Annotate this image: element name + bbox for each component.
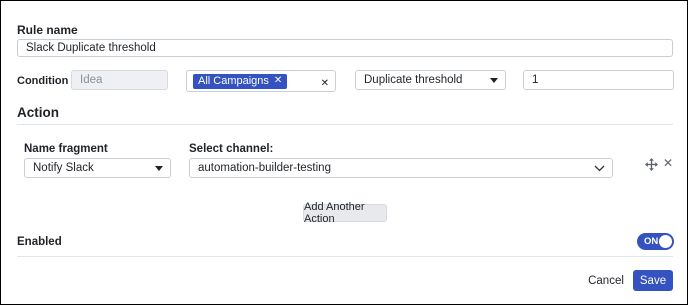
rule-editor-panel: Rule name Slack Duplicate threshold Cond… bbox=[0, 0, 688, 305]
condition-entity-placeholder: Idea bbox=[80, 74, 103, 86]
close-icon[interactable]: ✕ bbox=[321, 78, 329, 89]
close-icon[interactable]: ✕ bbox=[661, 156, 675, 170]
channel-select[interactable]: automation-builder-testing bbox=[189, 158, 613, 178]
condition-metric-select[interactable]: Duplicate threshold bbox=[355, 70, 506, 90]
enabled-toggle[interactable]: ON bbox=[637, 233, 674, 250]
campaign-chip: All Campaigns ✕ bbox=[193, 73, 288, 89]
condition-label: Condition bbox=[17, 75, 69, 87]
footer-divider bbox=[17, 256, 673, 257]
add-another-action-button[interactable]: Add Another Action bbox=[303, 201, 387, 225]
cancel-button[interactable]: Cancel bbox=[583, 271, 629, 290]
rule-name-input[interactable]: Slack Duplicate threshold bbox=[17, 39, 673, 57]
campaign-multiselect[interactable]: All Campaigns ✕ ✕ bbox=[186, 70, 336, 92]
channel-value: automation-builder-testing bbox=[198, 162, 331, 174]
close-icon[interactable]: ✕ bbox=[274, 76, 282, 86]
save-button[interactable]: Save bbox=[633, 270, 673, 291]
chevron-down-icon bbox=[155, 165, 163, 171]
threshold-input[interactable]: 1 bbox=[523, 70, 674, 90]
name-fragment-select[interactable]: Notify Slack bbox=[24, 158, 171, 178]
action-divider bbox=[17, 124, 673, 125]
action-section-title: Action bbox=[17, 105, 59, 120]
name-fragment-value: Notify Slack bbox=[33, 162, 94, 174]
rule-name-value: Slack Duplicate threshold bbox=[26, 42, 156, 54]
enabled-label: Enabled bbox=[17, 236, 62, 248]
move-icon[interactable] bbox=[643, 156, 659, 172]
condition-entity-field: Idea bbox=[71, 70, 168, 90]
chevron-down-icon bbox=[490, 77, 498, 83]
toggle-knob bbox=[659, 235, 672, 248]
threshold-value: 1 bbox=[532, 74, 539, 86]
condition-metric-value: Duplicate threshold bbox=[364, 74, 463, 86]
campaign-chip-label: All Campaigns bbox=[198, 75, 269, 87]
name-fragment-label: Name fragment bbox=[24, 143, 108, 155]
chevron-down-icon bbox=[594, 165, 605, 171]
rule-name-label: Rule name bbox=[17, 23, 78, 37]
toggle-state-text: ON bbox=[644, 236, 659, 247]
channel-label: Select channel: bbox=[189, 143, 274, 155]
